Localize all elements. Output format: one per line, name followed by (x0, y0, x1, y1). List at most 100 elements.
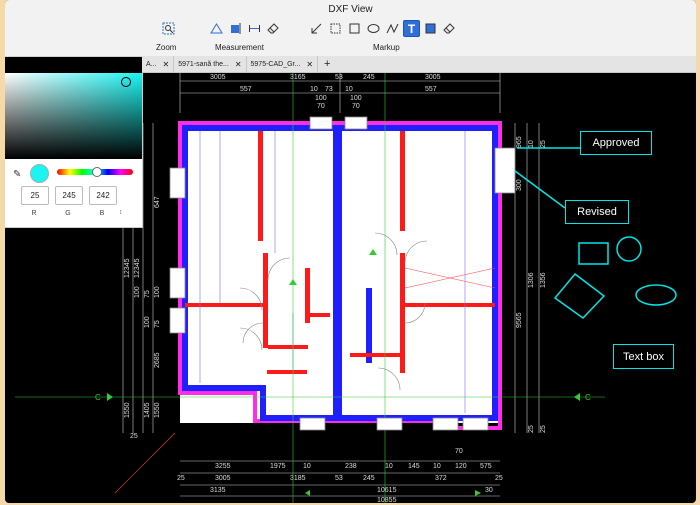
hue-slider-handle[interactable] (92, 167, 102, 177)
dim-label: 53 (335, 74, 343, 81)
dim-label: 12345 (124, 258, 131, 278)
red-label: R (31, 210, 37, 217)
format-toggle-icon[interactable]: ↕ (119, 209, 123, 216)
dim-label: 25 (528, 425, 535, 433)
dim-label: 25 (130, 433, 138, 440)
polyline-icon (386, 23, 399, 34)
zoom-group-label: Zoom (156, 43, 177, 52)
dim-label: 70 (317, 103, 325, 110)
dim-label: 100 (315, 95, 327, 102)
dim-label: 12345 (134, 258, 141, 278)
markup-polyline-button[interactable] (384, 20, 401, 37)
blue-input[interactable]: 242 (89, 186, 117, 205)
eraser-icon (443, 23, 455, 34)
title-bar: DXF View Zoom Measurement T Markup (5, 0, 696, 57)
dim-label: 647 (154, 196, 161, 208)
triangle-measure-icon (210, 23, 223, 34)
dim-label: 3005 (210, 74, 226, 81)
markup-arrow-button[interactable] (308, 20, 325, 37)
measure-erase-button[interactable] (265, 20, 282, 37)
dim-label: 100 (154, 286, 161, 298)
dim-label: 1405 (144, 402, 151, 418)
color-handle[interactable] (121, 77, 131, 87)
dim-label: 3185 (290, 475, 306, 482)
annotation-revised[interactable]: Revised (565, 200, 629, 224)
close-icon[interactable]: ✕ (235, 60, 242, 69)
markup-group-label: Markup (373, 43, 400, 52)
dim-label: 120 (455, 463, 467, 470)
dim-label: 557 (425, 86, 437, 93)
eyedropper-icon[interactable]: ✎ (13, 169, 21, 180)
dim-label: 10 (385, 463, 393, 470)
dim-label: 100 (350, 95, 362, 102)
red-input[interactable]: 25 (21, 186, 49, 205)
zoom-group (160, 20, 177, 37)
dim-label: 10 (528, 140, 535, 148)
tab-label: A... (146, 60, 157, 68)
svg-text:T: T (408, 22, 416, 35)
dim-label: 2685 (154, 352, 161, 368)
saturation-value-area[interactable] (5, 73, 142, 159)
dim-label: 25 (540, 140, 547, 148)
dim-label: 3005 (425, 74, 441, 81)
dim-label: 25 (495, 475, 503, 482)
dim-label: 10 (345, 86, 353, 93)
dim-label: 10 (310, 86, 318, 93)
dim-label: 245 (363, 74, 375, 81)
dim-label: 10 (303, 463, 311, 470)
ellipse-icon (367, 24, 380, 33)
dim-label: 3135 (210, 487, 226, 494)
dim-label: 73 (325, 86, 333, 93)
markup-fill-button[interactable] (422, 20, 439, 37)
annotation-approved[interactable]: Approved (580, 131, 652, 155)
dim-label: 1356 (540, 272, 547, 288)
axis-label: C (95, 393, 101, 402)
measure-area-button[interactable] (227, 20, 244, 37)
central-wall (333, 128, 342, 418)
green-input[interactable]: 245 (55, 186, 83, 205)
eraser-icon (267, 23, 279, 34)
measure-angle-button[interactable] (208, 20, 225, 37)
dim-label: 1306 (528, 272, 535, 288)
dim-label: 9565 (516, 312, 523, 328)
tab-label: 5971-sană the... (178, 60, 229, 68)
dim-label: 100 (134, 286, 141, 298)
markup-erase-button[interactable] (441, 20, 458, 37)
dim-label: 25 (177, 475, 185, 482)
dim-label: 575 (480, 463, 492, 470)
dim-label: 53 (335, 475, 343, 482)
close-icon[interactable]: ✕ (306, 60, 313, 69)
new-tab-button[interactable]: + (318, 56, 336, 72)
window-title: DXF View (328, 4, 373, 15)
axis-label: C (585, 393, 591, 402)
dim-label: 70 (455, 448, 463, 455)
dim-label: 75 (154, 320, 161, 328)
close-icon[interactable]: ✕ (163, 60, 170, 69)
dim-label: 10615 (377, 487, 397, 494)
measurement-group (208, 20, 282, 37)
dim-label: 3165 (290, 74, 306, 81)
dim-label: 1550 (124, 402, 131, 418)
color-swatch (30, 164, 49, 183)
dim-label: 300 (516, 179, 523, 191)
area-measure-icon (231, 23, 241, 34)
dim-label: 372 (435, 475, 447, 482)
dim-label: 75 (144, 290, 151, 298)
zoom-window-button[interactable] (160, 20, 177, 37)
markup-ellipse-button[interactable] (365, 20, 382, 37)
markup-group: T (308, 20, 458, 37)
measurement-group-label: Measurement (215, 43, 264, 52)
markup-text-button[interactable]: T (403, 20, 420, 37)
inner-wall-blue (366, 288, 372, 363)
annotation-text-box[interactable]: Text box (613, 344, 674, 369)
markup-rectangle-button[interactable] (346, 20, 363, 37)
filled-rect-icon (425, 23, 436, 34)
measure-distance-button[interactable] (246, 20, 263, 37)
file-tab[interactable]: A... ✕ (142, 56, 175, 72)
markup-cloud-button[interactable] (327, 20, 344, 37)
drawing-canvas[interactable]: 3005 3165 53 245 3005 557 557 10 73 10 1… (5, 73, 696, 503)
file-tab[interactable]: 5975-CAD_Gr... ✕ (247, 56, 319, 72)
dim-label: 238 (345, 463, 357, 470)
file-tab[interactable]: 5971-sană the... ✕ (174, 56, 247, 72)
app-window: DXF View Zoom Measurement T Markup A... … (5, 0, 696, 503)
